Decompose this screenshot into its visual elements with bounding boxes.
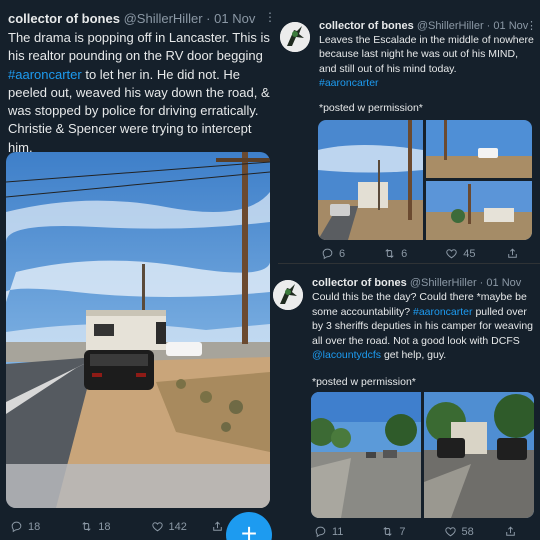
retweet-button[interactable]: 7 (381, 525, 406, 538)
separator: · (486, 20, 491, 32)
reply-count: 11 (332, 525, 344, 538)
right-top-tweet: collector of bones @ShillerHiller · 01 N… (278, 0, 540, 264)
posted-note: *posted w permission* (312, 376, 416, 388)
reply-button[interactable]: 18 (10, 520, 40, 533)
tweet-text-part: The drama is popping off in Lancaster. T… (8, 30, 270, 64)
like-icon (444, 525, 457, 538)
grid-photo[interactable] (426, 120, 532, 178)
pair-photo[interactable] (424, 392, 534, 518)
grid-photo[interactable] (426, 181, 532, 240)
tweet-author[interactable]: collector of bones @ShillerHiller · 01 N… (8, 10, 255, 27)
retweet-count: 6 (401, 247, 408, 260)
tweet-actions: 6 6 45 (321, 247, 533, 260)
share-button[interactable] (504, 525, 517, 538)
reply-icon (314, 525, 327, 538)
avatar[interactable] (280, 22, 310, 52)
tweet-author[interactable]: collector of bones @ShillerHiller · 01 N… (312, 276, 521, 290)
share-button[interactable] (506, 247, 519, 260)
share-icon (211, 520, 224, 533)
hashtag-link[interactable]: #aaroncarter (413, 306, 473, 318)
author-handle[interactable]: @ShillerHiller (410, 277, 477, 289)
right-bottom-tweet: collector of bones @ShillerHiller · 01 N… (272, 266, 540, 540)
like-button[interactable]: 142 (151, 520, 187, 533)
hashtag-link[interactable]: #aaroncarter (8, 67, 82, 82)
tweet-text: Leaves the Escalade in the middle of now… (319, 33, 534, 91)
reply-count: 18 (28, 520, 41, 533)
tweet-author[interactable]: collector of bones @ShillerHiller · 01 N… (319, 19, 528, 33)
retweet-icon (80, 520, 93, 533)
reply-icon (321, 247, 334, 260)
separator: · (206, 11, 211, 26)
grid-photo[interactable] (318, 120, 423, 240)
reply-button[interactable]: 11 (314, 525, 343, 538)
like-icon (445, 247, 458, 260)
share-icon (506, 247, 519, 260)
more-icon[interactable]: ⋮ (264, 10, 276, 24)
tweet-photo-grid (318, 120, 532, 240)
pair-photo[interactable] (311, 392, 421, 518)
tweet-text: Could this be the day? Could there *mayb… (312, 290, 536, 363)
like-button[interactable]: 45 (445, 247, 476, 260)
tweet-date[interactable]: 01 Nov (486, 277, 521, 289)
tweet-text-part: Leaves the Escalade in the middle of now… (319, 34, 534, 75)
author-name[interactable]: collector of bones (319, 20, 414, 32)
hashtag-link[interactable]: #aaroncarter (319, 77, 379, 89)
tweet-date[interactable]: 01 Nov (493, 20, 528, 32)
reply-icon (10, 520, 23, 533)
tweet-actions: 11 7 58 (314, 525, 534, 538)
compose-icon: + (240, 518, 258, 540)
left-tweet: collector of bones @ShillerHiller · 01 N… (0, 0, 276, 540)
share-icon (504, 525, 517, 538)
like-count: 45 (463, 247, 476, 260)
author-handle[interactable]: @ShillerHiller (124, 11, 203, 26)
avatar[interactable] (273, 280, 303, 310)
compose-button[interactable]: + (226, 512, 272, 540)
reply-button[interactable]: 6 (321, 247, 345, 260)
retweet-count: 18 (98, 520, 111, 533)
like-icon (151, 520, 164, 533)
like-count: 58 (461, 525, 474, 538)
retweet-button[interactable]: 6 (383, 247, 407, 260)
retweet-count: 7 (399, 525, 406, 538)
reply-count: 6 (339, 247, 346, 260)
retweet-icon (383, 247, 396, 260)
tweet-photo-pair (311, 392, 534, 518)
tweet-photo-rv[interactable] (6, 152, 270, 508)
like-button[interactable]: 58 (444, 525, 474, 538)
tweet-date[interactable]: 01 Nov (214, 11, 255, 26)
tweet-text: The drama is popping off in Lancaster. T… (8, 29, 272, 157)
separator: · (479, 277, 484, 289)
retweet-icon (381, 525, 394, 538)
like-count: 142 (168, 520, 187, 533)
retweet-button[interactable]: 18 (80, 520, 111, 533)
more-icon[interactable]: ⋮ (526, 19, 537, 32)
author-name[interactable]: collector of bones (8, 11, 120, 26)
mention-link[interactable]: @lacountydcfs (312, 349, 381, 361)
author-name[interactable]: collector of bones (312, 277, 407, 289)
author-handle[interactable]: @ShillerHiller (417, 20, 484, 32)
tweet-text-part: get help, guy. (381, 349, 447, 362)
share-button[interactable] (211, 520, 224, 533)
posted-note: *posted w permission* (319, 102, 423, 114)
